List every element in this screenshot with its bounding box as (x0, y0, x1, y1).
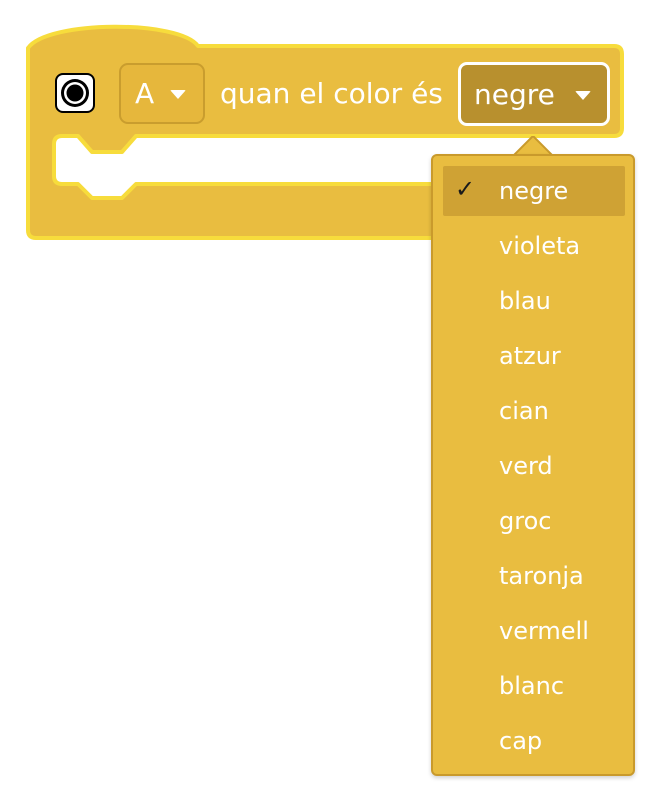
menu-item-label: blanc (499, 672, 565, 700)
color-value: negre (474, 77, 555, 111)
menu-item-negre[interactable]: ✓ negre (443, 166, 625, 216)
checkmark-icon: ✓ (455, 175, 476, 203)
menu-item-verd[interactable]: verd (443, 441, 625, 491)
port-dropdown[interactable]: A (119, 63, 205, 124)
menu-item-label: vermell (499, 617, 589, 645)
menu-item-label: violeta (499, 232, 581, 260)
menu-item-label: groc (499, 507, 552, 535)
menu-item-taronja[interactable]: taronja (443, 551, 625, 601)
menu-item-cian[interactable]: cian (443, 386, 625, 436)
color-sensor-icon (54, 72, 96, 114)
menu-item-label: cap (499, 727, 543, 755)
menu-item-atzur[interactable]: atzur (443, 331, 625, 381)
menu-item-label: atzur (499, 342, 561, 370)
menu-item-label: verd (499, 452, 553, 480)
menu-item-groc[interactable]: groc (443, 496, 625, 546)
menu-item-label: negre (499, 177, 569, 205)
menu-item-label: cian (499, 397, 549, 425)
menu-item-cap[interactable]: cap (443, 716, 625, 766)
menu-item-label: taronja (499, 562, 584, 590)
menu-item-violeta[interactable]: violeta (443, 221, 625, 271)
menu-pointer (513, 136, 553, 156)
chevron-down-icon (170, 90, 187, 99)
port-value: A (135, 76, 155, 110)
color-dropdown-menu: ✓ negre violeta blau atzur cian verd gro… (431, 154, 635, 776)
menu-item-label: blau (499, 287, 551, 315)
color-dropdown[interactable]: negre (458, 62, 610, 126)
menu-item-blau[interactable]: blau (443, 276, 625, 326)
menu-item-vermell[interactable]: vermell (443, 606, 625, 656)
block-label: quan el color és (220, 77, 443, 110)
chevron-down-icon (574, 90, 591, 100)
menu-item-blanc[interactable]: blanc (443, 661, 625, 711)
